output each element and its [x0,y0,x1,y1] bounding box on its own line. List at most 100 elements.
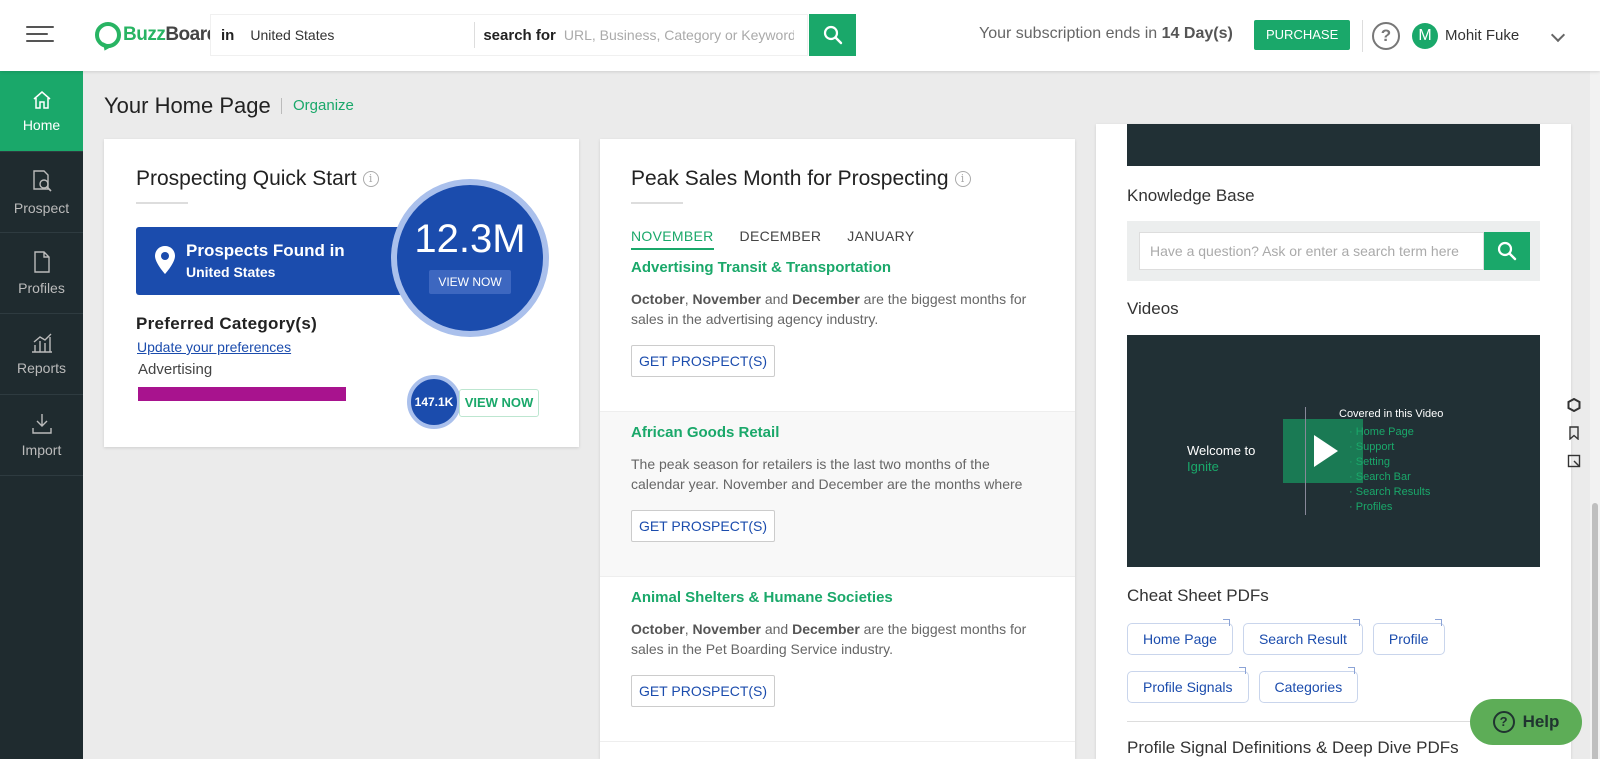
video-welcome-text: Welcome to [1187,443,1256,458]
search-keyword-input[interactable] [563,27,794,43]
peak-item-name[interactable]: African Goods Retail [631,424,779,441]
cheat-sheet-profile-signals[interactable]: Profile Signals [1127,667,1249,703]
peak-item: African Goods Retail The peak season for… [600,412,1075,577]
purchase-button[interactable]: PURCHASE [1254,20,1351,50]
prospect-search-icon [32,170,52,192]
peak-item: Advertising Transit & Transportation Oct… [600,247,1075,412]
page-title: Your Home Page [104,93,271,118]
total-prospects-circle: 12.3M VIEW NOW [391,179,549,337]
category-view-now-button[interactable]: VIEW NOW [459,389,539,417]
location-pin-icon [155,246,175,274]
video-covered-title: Covered in this Video [1339,408,1444,420]
knowledge-base-input[interactable] [1139,232,1484,270]
video-strip [1127,124,1540,166]
prospects-found-box[interactable]: Prospects Found in United States [136,227,416,295]
sidebar-item-label: Import [21,442,62,458]
document-icon [33,251,50,273]
welcome-video[interactable]: Welcome to Ignite Covered in this Video … [1127,335,1540,567]
sidebar-item-profiles[interactable]: Profiles [0,233,83,314]
view-now-button[interactable]: VIEW NOW [429,270,511,294]
extension-hex-icon[interactable] [1563,391,1585,419]
subscription-days: 14 Day(s) [1161,25,1233,42]
title-underline [136,202,188,204]
sidebar-item-label: Prospect [13,200,70,216]
update-preferences-link[interactable]: Update your preferences [137,339,291,355]
page-scrollbar[interactable] [1590,71,1600,759]
get-prospects-button[interactable]: GET PROSPECT(S) [631,510,775,542]
upload-tray-icon [31,414,52,434]
cheat-sheet-profile[interactable]: Profile [1372,619,1445,655]
screenshot-icon[interactable] [1563,447,1585,475]
subscription-notice: Your subscription ends in 14 Day(s) [979,25,1233,43]
quick-start-title: Prospecting Quick Start i [136,167,379,191]
sidebar-item-label: Profiles [18,280,65,296]
category-bar [138,387,346,401]
quick-start-card: Prospecting Quick Start i Prospects Found… [104,139,579,447]
sidebar-item-import[interactable]: Import [0,395,83,476]
search-icon [823,25,842,45]
title-divider [281,98,282,114]
get-prospects-button[interactable]: GET PROSPECT(S) [631,345,775,377]
peak-item: Animal Shelters & Humane Societies Octob… [600,577,1075,742]
peak-item-name[interactable]: Advertising Transit & Transportation [631,259,891,276]
video-topic: Support [1349,440,1430,455]
get-prospects-button[interactable]: GET PROSPECT(S) [631,675,775,707]
peak-sales-title-text: Peak Sales Month for Prospecting [631,167,949,190]
chevron-down-icon[interactable] [1550,27,1566,43]
knowledge-base-search-button[interactable] [1484,232,1530,270]
cheat-sheet-categories[interactable]: Categories [1258,667,1359,703]
search-icon [1497,241,1517,261]
category-count-circle: 147.1K [407,375,461,429]
help-question-icon: ? [1492,711,1515,733]
home-icon [33,91,50,109]
header-divider [1362,20,1363,52]
video-topic: Search Bar [1349,470,1430,485]
cheat-sheet-title: Cheat Sheet PDFs [1127,586,1269,605]
cheat-sheet-home-page[interactable]: Home Page [1127,619,1233,655]
bar-chart-icon [31,333,52,353]
peak-item-name[interactable]: Animal Shelters & Humane Societies [631,589,893,606]
hamburger-menu-icon[interactable] [26,26,54,44]
peak-sales-title: Peak Sales Month for Prospecting i [631,167,971,191]
help-question-icon[interactable]: ? [1372,22,1400,50]
logo-text-part1: Buzz [123,24,166,45]
sidebar-item-reports[interactable]: Reports [0,314,83,395]
help-widget-button[interactable]: ? Help [1470,699,1582,745]
play-icon [1314,435,1338,467]
prospects-found-label: Prospects Found in [186,241,345,260]
user-name[interactable]: Mohit Fuke [1445,27,1519,44]
buzzboard-logo[interactable]: BuzzBoard [95,20,218,50]
search-location-field[interactable]: United States [244,27,474,43]
knowledge-base-title: Knowledge Base [1127,186,1255,205]
video-topic: Home Page [1349,425,1430,440]
title-underline [631,202,683,204]
cheat-sheet-search-result[interactable]: Search Result [1242,619,1363,655]
global-search-bar: in United States search for [210,14,808,56]
peak-item-description: The peak season for retailers is the las… [631,456,1023,492]
video-topics-list: Home Page Support Setting Search Bar Sea… [1349,425,1431,515]
sidebar-item-label: Home [22,117,61,133]
top-bar: BuzzBoard in United States search for Yo… [0,0,1600,71]
preferred-categories-title: Preferred Category(s) [136,314,318,333]
scrollbar-thumb[interactable] [1592,503,1598,759]
organize-link[interactable]: Organize [293,97,354,114]
sidebar-item-prospect[interactable]: Prospect [0,152,83,233]
peak-sales-card: Peak Sales Month for Prospecting i NOVEMB… [600,139,1075,759]
video-topic: Search Results [1349,485,1431,500]
video-topic: Setting [1349,455,1430,470]
quick-start-title-text: Prospecting Quick Start [136,167,357,190]
info-icon[interactable]: i [954,171,971,188]
total-prospects-count: 12.3M [414,217,526,261]
search-button[interactable] [809,14,856,56]
bookmark-icon[interactable] [1563,419,1585,447]
info-icon[interactable]: i [362,171,379,188]
help-label: Help [1522,712,1560,731]
video-topic: Profiles [1349,500,1430,515]
side-toolbar [1563,391,1585,481]
resources-card: Knowledge Base Videos Welcome to Ignite … [1096,124,1571,759]
search-for-label: search for [483,26,556,44]
cheat-sheet-row: Home Page Search Result Profile [1127,619,1455,655]
user-avatar[interactable]: M [1412,23,1438,49]
sidebar-nav: Home Prospect Profiles Reports Import [0,71,83,759]
sidebar-item-home[interactable]: Home [0,71,83,152]
